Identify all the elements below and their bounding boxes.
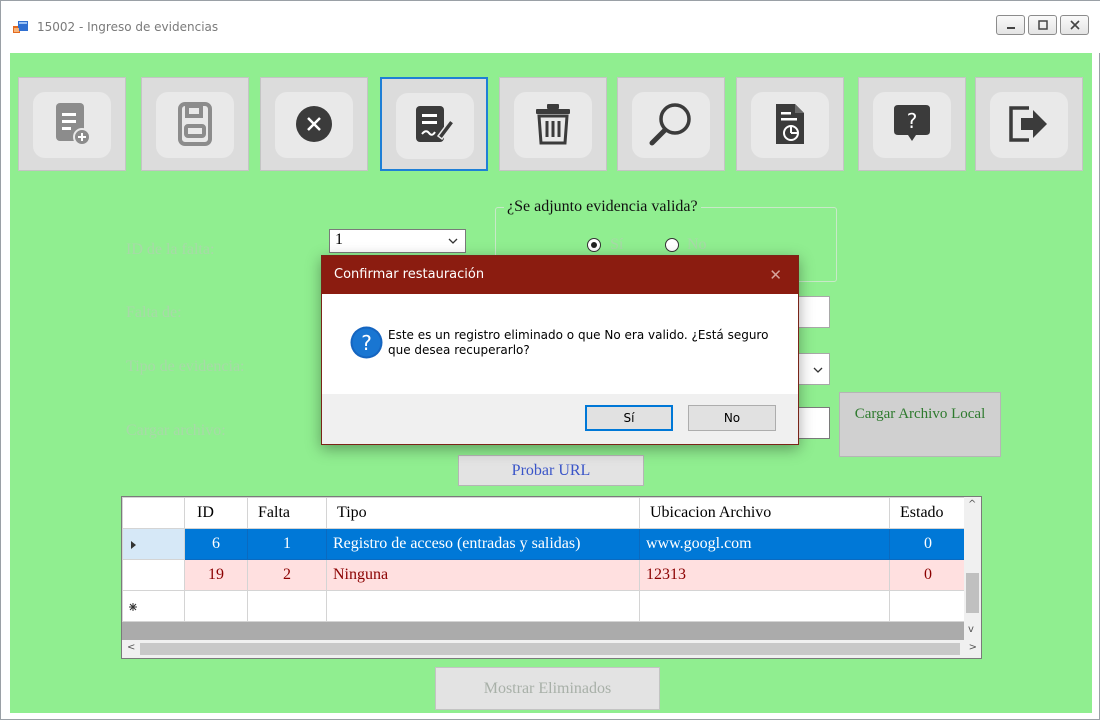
new-cell[interactable] (184, 590, 248, 622)
radio-si[interactable] (587, 238, 601, 252)
grid-table: ID Falta Tipo Ubicacion Archivo Estado 6… (122, 497, 967, 622)
id-falta-value: 1 (335, 231, 343, 248)
close-window-button[interactable] (1060, 15, 1089, 35)
cell-tipo[interactable]: Registro de acceso (entradas y salidas) (326, 528, 640, 560)
cancel-button[interactable] (260, 77, 368, 171)
maximize-button[interactable] (1028, 15, 1057, 35)
dialog-message: Este es un registro eliminado o que No e… (388, 328, 769, 357)
dialog-close-button[interactable]: ✕ (769, 266, 782, 284)
probar-url-button[interactable]: Probar URL (458, 455, 644, 486)
trash-icon (536, 104, 570, 145)
id-falta-label: ID de la falta: (126, 241, 215, 258)
column-header-id[interactable]: ID (184, 497, 248, 529)
app-window: 15002 - Ingreso de evidencias ? ID de la… (0, 0, 1100, 720)
id-falta-combo[interactable]: 1 (329, 229, 466, 253)
search-button[interactable] (617, 77, 725, 171)
title-bar: 15002 - Ingreso de evidencias (1, 1, 1100, 53)
question-icon: ? (350, 326, 383, 359)
scroll-right-icon[interactable]: > (969, 642, 977, 653)
search-icon (649, 103, 691, 146)
minimize-button[interactable] (996, 15, 1025, 35)
radio-no[interactable] (665, 238, 679, 252)
grid-header-row: ID Falta Tipo Ubicacion Archivo Estado (122, 497, 967, 529)
radio-no-label: No (687, 236, 707, 253)
scroll-left-icon[interactable]: < (127, 642, 135, 653)
new-cell[interactable] (889, 590, 967, 622)
row-pointer-icon (131, 541, 136, 549)
edit-icon (416, 106, 456, 142)
vertical-scrollbar[interactable]: ^ v (964, 497, 981, 642)
column-header-ubicacion[interactable]: Ubicacion Archivo (639, 497, 890, 529)
cell-falta[interactable]: 2 (247, 559, 327, 591)
evidence-grid: ID Falta Tipo Ubicacion Archivo Estado 6… (121, 496, 982, 659)
help-icon: ? (894, 105, 930, 141)
row-header-new[interactable] (122, 590, 185, 622)
app-icon (13, 21, 28, 33)
delete-button[interactable] (499, 77, 607, 171)
cell-falta[interactable]: 1 (247, 528, 327, 560)
exit-icon (1009, 106, 1047, 142)
new-document-icon (56, 103, 91, 146)
new-cell[interactable] (326, 590, 640, 622)
dialog-yes-button[interactable]: Sí (585, 405, 673, 431)
falta-de-label: Falta de: (126, 304, 182, 321)
column-header-falta[interactable]: Falta (247, 497, 327, 529)
cell-estado[interactable]: 0 (889, 559, 967, 591)
cancel-icon (296, 106, 332, 142)
window-title: 15002 - Ingreso de evidencias (37, 20, 219, 34)
column-header-estado[interactable]: Estado (889, 497, 967, 529)
minimize-icon (1007, 27, 1015, 29)
new-cell[interactable] (247, 590, 327, 622)
mostrar-eliminados-button[interactable]: Mostrar Eliminados (435, 667, 660, 710)
svg-text:?: ? (361, 331, 372, 355)
new-row[interactable] (122, 590, 967, 622)
row-header-corner (122, 497, 185, 529)
vertical-scroll-thumb[interactable] (966, 573, 979, 613)
save-button[interactable] (141, 77, 249, 171)
column-header-tipo[interactable]: Tipo (326, 497, 640, 529)
chevron-down-icon (813, 367, 823, 373)
cell-ubicacion[interactable]: 12313 (639, 559, 890, 591)
table-row[interactable]: 6 1 Registro de acceso (entradas y salid… (122, 528, 967, 560)
radio-si-label: Sí (610, 236, 624, 253)
horizontal-scroll-thumb[interactable] (140, 643, 960, 655)
new-cell[interactable] (639, 590, 890, 622)
maximize-icon (1038, 20, 1048, 30)
dialog-title: Confirmar restauración (334, 267, 485, 282)
chevron-down-icon (448, 238, 458, 244)
edit-button[interactable] (380, 77, 488, 171)
scroll-up-icon[interactable]: ^ (968, 499, 976, 510)
cell-ubicacion[interactable]: www.googl.com (639, 528, 890, 560)
cargar-archivo-label: Cargar archivo: (126, 422, 226, 439)
confirm-restore-dialog: Confirmar restauración ✕ ? Este es un re… (321, 255, 799, 445)
dialog-title-bar: Confirmar restauración ✕ (322, 256, 798, 294)
cell-estado[interactable]: 0 (889, 528, 967, 560)
help-button[interactable]: ? (858, 77, 966, 171)
evidencia-valida-title: ¿Se adjunto evidencia valida? (504, 198, 701, 216)
report-icon (776, 104, 804, 144)
dialog-no-button[interactable]: No (688, 405, 776, 431)
cell-id[interactable]: 6 (184, 528, 248, 560)
cell-tipo[interactable]: Ninguna (326, 559, 640, 591)
horizontal-scrollbar[interactable]: < > (122, 640, 981, 658)
exit-button[interactable] (975, 77, 1083, 171)
scroll-down-icon[interactable]: v (968, 624, 974, 635)
table-row[interactable]: 19 2 Ninguna 12313 0 (122, 559, 967, 591)
save-icon (178, 102, 212, 146)
cargar-archivo-local-button[interactable]: Cargar Archivo Local (839, 392, 1001, 457)
row-header-selected[interactable] (122, 528, 185, 560)
window-controls (996, 15, 1089, 35)
asterisk-icon (129, 603, 137, 611)
svg-text:?: ? (907, 109, 918, 133)
new-button[interactable] (18, 77, 126, 171)
report-button[interactable] (736, 77, 844, 171)
cell-id[interactable]: 19 (184, 559, 248, 591)
tipo-evidencia-label: Tipo de evidencia: (126, 358, 245, 375)
close-icon (1070, 20, 1080, 30)
row-header[interactable] (122, 559, 185, 591)
